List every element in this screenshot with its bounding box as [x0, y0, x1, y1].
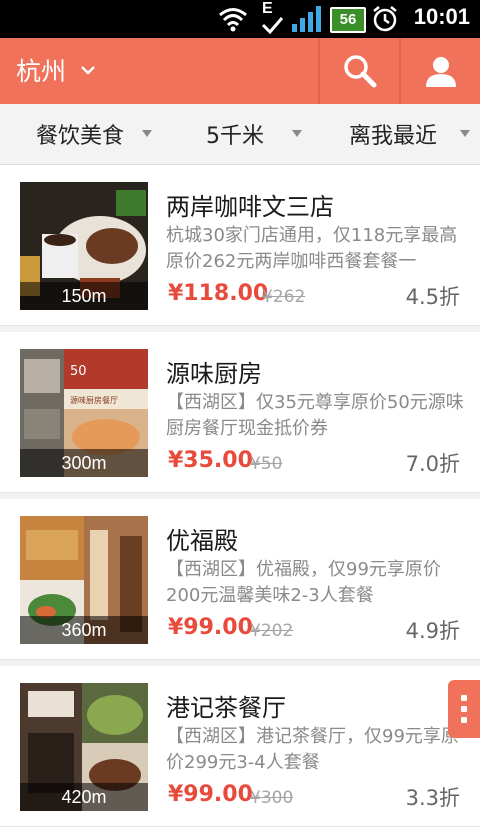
deal-item[interactable]: 420m 港记茶餐厅 【西湖区】港记茶餐厅，仅99元享原价299元3-4人套餐 … — [0, 666, 480, 827]
deal-item[interactable]: 50 源味厨房餐厅 300m 源味厨房 【西湖区】仅35元尊享原价50元源味厨房… — [0, 332, 480, 493]
distance-badge: 300m — [20, 449, 148, 477]
deal-title: 港记茶餐厅 — [166, 694, 286, 722]
deal-thumbnail: 420m — [20, 683, 148, 811]
distance-badge: 360m — [20, 616, 148, 644]
user-button[interactable] — [401, 38, 480, 104]
chevron-down-icon — [81, 66, 95, 75]
city-label: 杭州 — [16, 57, 67, 86]
deal-description: 杭城30家门店通用，仅118元享最高原价262元两岸咖啡西餐套餐一 — [166, 225, 458, 272]
sort-filter[interactable]: 离我最近 — [318, 104, 470, 164]
dropdown-arrow-icon — [460, 130, 470, 137]
original-price: ¥262 — [262, 287, 306, 307]
sort-filter-label: 离我最近 — [348, 124, 437, 149]
signal-icon — [292, 6, 321, 32]
battery-icon: 56 — [330, 7, 366, 33]
user-icon — [426, 57, 456, 87]
deal-price: ¥118.00 — [168, 281, 269, 306]
deal-description: 【西湖区】优福殿，仅99元享原价200元温馨美味2-3人套餐 — [166, 559, 441, 606]
dropdown-arrow-icon — [292, 130, 302, 137]
dot — [461, 717, 467, 723]
deal-description: 【西湖区】仅35元尊享原价50元源味厨房餐厅现金抵价券 — [166, 392, 464, 439]
deal-title: 优福殿 — [166, 527, 238, 555]
original-price: ¥202 — [250, 621, 294, 641]
deal-price: ¥99.00 — [168, 782, 253, 807]
discount-label: 4.9折 — [405, 619, 460, 643]
deal-item[interactable]: 150m 两岸咖啡文三店 杭城30家门店通用，仅118元享最高原价262元两岸咖… — [0, 165, 480, 326]
deal-thumbnail: 150m — [20, 182, 148, 310]
search-icon — [344, 55, 377, 88]
distance-badge: 420m — [20, 783, 148, 811]
distance-filter[interactable]: 5千米 — [160, 104, 310, 164]
deal-price: ¥99.00 — [168, 615, 253, 640]
photo-text: 源味厨房餐厅 — [70, 395, 118, 405]
dot — [461, 706, 467, 712]
battery-level: 56 — [339, 11, 357, 28]
alarm-icon — [373, 6, 397, 32]
original-price: ¥300 — [250, 788, 294, 808]
deal-thumbnail: 360m — [20, 516, 148, 644]
distance-badge: 150m — [20, 282, 148, 310]
filter-bar: 餐饮美食 5千米 离我最近 — [0, 104, 480, 165]
check-icon — [261, 17, 284, 34]
wifi-icon — [219, 8, 247, 32]
distance-filter-label: 5千米 — [206, 124, 264, 149]
deal-title: 源味厨房 — [166, 360, 262, 388]
clock: 10:01 — [413, 4, 470, 29]
category-filter-label: 餐饮美食 — [35, 124, 124, 149]
deal-item[interactable]: 360m 优福殿 【西湖区】优福殿，仅99元享原价200元温馨美味2-3人套餐 … — [0, 499, 480, 660]
search-button[interactable] — [320, 38, 400, 104]
deal-description: 【西湖区】港记茶餐厅，仅99元享原价299元3-4人套餐 — [166, 726, 459, 773]
original-price: ¥50 — [250, 454, 283, 474]
app-header: 杭州 — [0, 38, 480, 104]
deal-title: 两岸咖啡文三店 — [166, 193, 334, 221]
discount-label: 7.0折 — [405, 452, 460, 476]
deal-price: ¥35.00 — [168, 448, 253, 473]
discount-label: 4.5折 — [405, 285, 460, 309]
category-filter[interactable]: 餐饮美食 — [0, 104, 160, 164]
more-menu-button[interactable] — [448, 680, 480, 738]
dropdown-arrow-icon — [142, 130, 152, 137]
photo-text: 50 — [70, 364, 87, 379]
status-bar: E 56 10:01 — [0, 0, 480, 38]
dot — [461, 695, 467, 701]
deal-thumbnail: 50 源味厨房餐厅 300m — [20, 349, 148, 477]
discount-label: 3.3折 — [405, 786, 460, 810]
city-selector[interactable]: 杭州 — [16, 52, 96, 88]
